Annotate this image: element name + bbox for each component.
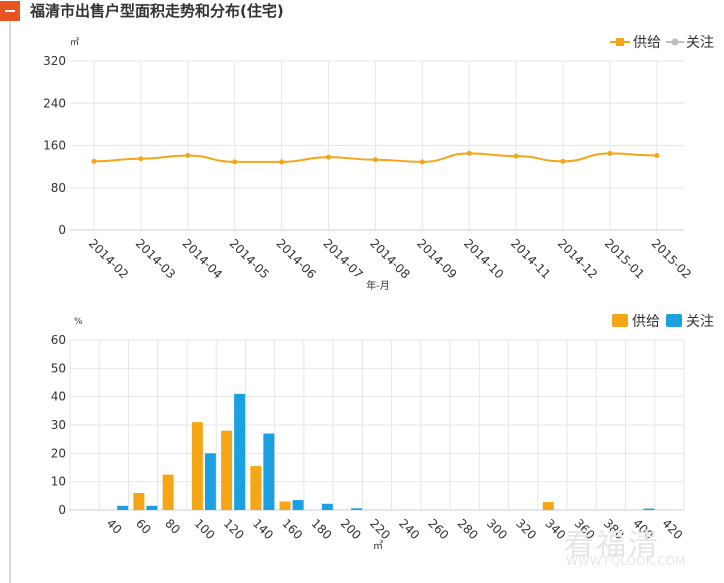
- attention-bar: [117, 505, 129, 510]
- x-tick-label: 80: [162, 516, 183, 537]
- y-tick-label: 30: [51, 418, 66, 432]
- legend-attention-swatch: [666, 314, 682, 327]
- legend-supply-label: 供给: [632, 314, 660, 330]
- x-tick-label: 220: [367, 516, 393, 542]
- supply-bar: [162, 474, 174, 510]
- x-tick-label: 60: [133, 516, 154, 537]
- x-tick-label: 240: [396, 516, 422, 542]
- y-tick-label: 10: [51, 475, 66, 489]
- attention-bar: [321, 503, 333, 510]
- attention-bar: [643, 508, 655, 510]
- attention-bar: [351, 508, 363, 510]
- x-tick-label: 40: [104, 516, 125, 537]
- supply-bar: [221, 430, 233, 510]
- supply-bar: [191, 422, 203, 510]
- attention-bar: [292, 500, 304, 510]
- y-tick-label: 40: [51, 390, 66, 404]
- attention-bar: [234, 393, 246, 510]
- attention-bar: [204, 453, 216, 510]
- attention-bar: [146, 505, 158, 510]
- x-tick-label: 320: [513, 516, 539, 542]
- watermark-url: WWW.FQLOOK.COM: [566, 554, 686, 568]
- x-tick-label: 180: [308, 516, 334, 542]
- x-tick-label: 280: [455, 516, 481, 542]
- x-tick-label: 140: [250, 516, 276, 542]
- x-tick-label: 300: [484, 516, 510, 542]
- supply-bar: [279, 501, 291, 510]
- x-tick-label: 420: [659, 516, 685, 542]
- supply-bar: [133, 493, 145, 510]
- y-tick-label: 60: [51, 333, 66, 347]
- y-tick-label: 0: [58, 503, 66, 517]
- area-distribution-bar-chart: 0 10 20 30 40 50 60 40 60 80 100 120 140 160 180 200 220…: [51, 314, 714, 552]
- x-tick-label: 260: [425, 516, 451, 542]
- x-tick-label: 200: [338, 516, 364, 542]
- x-tick-label: 160: [279, 516, 305, 542]
- y-tick-label: 50: [51, 361, 66, 375]
- x-tick-label: 120: [221, 516, 247, 542]
- y-axis-unit: %: [74, 317, 83, 327]
- supply-bar: [250, 466, 262, 510]
- legend-supply-swatch: [612, 314, 628, 327]
- x-tick-label: 100: [192, 516, 218, 542]
- supply-bar: [542, 502, 554, 510]
- attention-bar: [263, 433, 275, 510]
- y-tick-label: 20: [51, 446, 66, 460]
- legend-attention-label: 关注: [686, 314, 714, 330]
- x-axis-title: ㎡: [373, 540, 383, 552]
